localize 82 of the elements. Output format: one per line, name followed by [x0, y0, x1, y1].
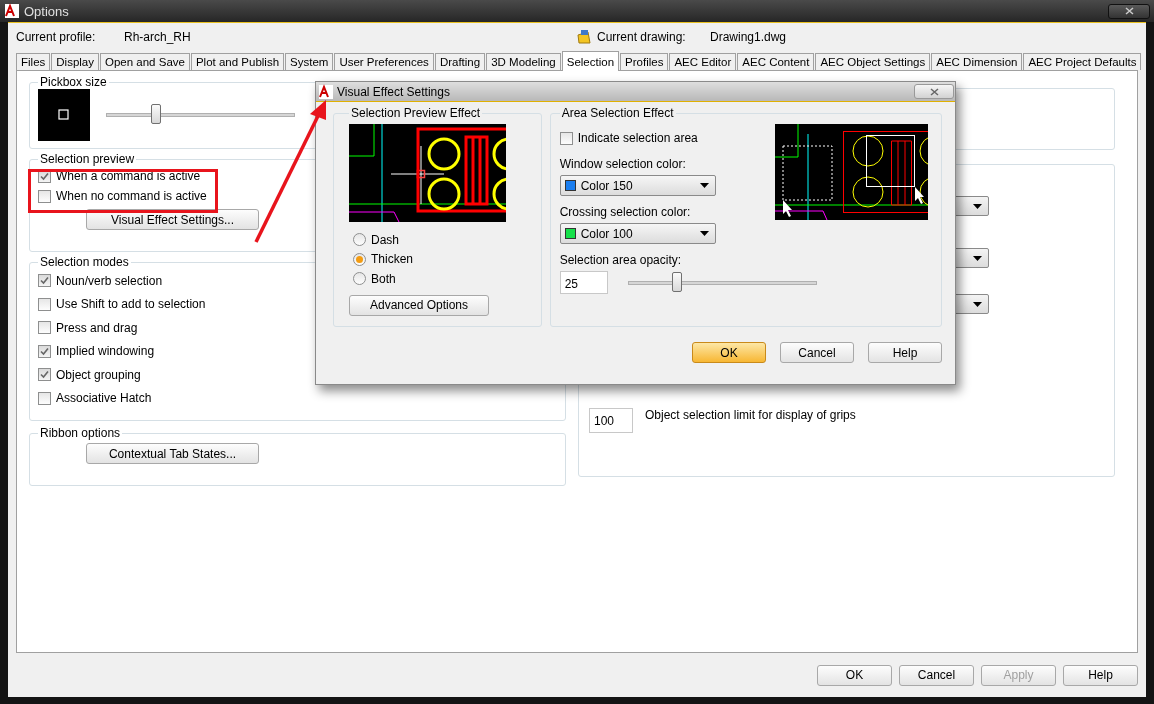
checkbox[interactable]: [38, 274, 51, 288]
caret-icon: [699, 231, 709, 236]
group-title: Selection Preview Effect: [350, 106, 482, 120]
radio-label: Dash: [371, 232, 399, 247]
group-title: Selection preview: [39, 152, 136, 166]
tab[interactable]: Selection: [561, 51, 620, 71]
dialog-button[interactable]: Cancel: [899, 664, 974, 686]
dialog-button[interactable]: Help: [868, 342, 942, 363]
close-button[interactable]: [1108, 3, 1150, 19]
close-icon: [929, 87, 939, 96]
checkbox-label: When a command is active: [56, 169, 201, 183]
group-title: Pickbox size: [39, 75, 108, 89]
tab[interactable]: Files: [16, 53, 51, 70]
window-title: Options: [24, 3, 69, 19]
caret-icon: [973, 301, 982, 307]
checkbox[interactable]: [559, 131, 573, 145]
profile-label: Current profile:: [16, 30, 97, 44]
radio-button[interactable]: [353, 272, 366, 286]
caret-icon: [973, 255, 982, 261]
checkbox-label: Press and drag: [56, 320, 138, 335]
tab[interactable]: AEC Object Settings: [815, 53, 931, 70]
dialog-title: Visual Effect Settings: [337, 84, 450, 99]
tab[interactable]: AEC Content: [737, 53, 815, 70]
drawing-value: Drawing1.dwg: [710, 30, 787, 44]
tab[interactable]: Plot and Publish: [190, 53, 285, 70]
dialog-button[interactable]: OK: [817, 664, 892, 686]
close-button[interactable]: [914, 84, 954, 99]
limit-input[interactable]: 100: [589, 408, 633, 433]
close-icon: [1124, 7, 1134, 15]
radio-label: Both: [371, 271, 396, 286]
checkbox-label: Associative Hatch: [56, 391, 152, 406]
checkbox[interactable]: [38, 391, 51, 405]
tab[interactable]: AEC Editor: [669, 53, 737, 70]
checkbox[interactable]: [38, 321, 51, 335]
app-icon: [4, 3, 20, 19]
tab[interactable]: Drafting: [434, 53, 486, 70]
checkbox-label: When no command is active: [56, 189, 207, 203]
tab[interactable]: AEC Project Defaults: [1023, 53, 1142, 70]
pickbox-preview-icon: [38, 89, 90, 141]
radio-button[interactable]: [353, 252, 366, 266]
profile-value: Rh-arch_RH: [124, 30, 191, 44]
contextual-tab-states-button[interactable]: Contextual Tab States...: [86, 443, 259, 464]
color-dropdown[interactable]: Color 100: [559, 223, 716, 244]
drawing-label: Current drawing:: [597, 30, 687, 44]
tab[interactable]: Display: [51, 53, 99, 70]
tab[interactable]: User Preferences: [334, 53, 434, 70]
field-label: Crossing selection color:: [559, 205, 692, 219]
visual-effect-settings-button[interactable]: Visual Effect Settings...: [86, 209, 259, 230]
drawing-icon: [576, 29, 592, 45]
group-title: Ribbon options: [39, 426, 122, 440]
tab[interactable]: AEC Dimension: [931, 53, 1023, 70]
tab[interactable]: 3D Modeling: [486, 53, 561, 70]
field-label: Selection area opacity:: [559, 253, 683, 267]
checkbox[interactable]: [38, 189, 51, 203]
checkbox[interactable]: [38, 344, 51, 358]
app-icon: [318, 83, 334, 100]
caret-icon: [973, 203, 982, 209]
tab[interactable]: Profiles: [620, 53, 669, 70]
slider-thumb[interactable]: [672, 271, 683, 292]
checkbox-label: Implied windowing: [56, 344, 155, 359]
group-title: Selection modes: [39, 255, 130, 269]
dialog-button[interactable]: OK: [692, 342, 766, 363]
opacity-input[interactable]: 25: [559, 271, 608, 294]
checkbox-label: Use Shift to add to selection: [56, 297, 206, 312]
radio-label: Thicken: [371, 252, 414, 267]
tab[interactable]: Open and Save: [100, 53, 190, 70]
group-title: Area Selection Effect: [560, 106, 675, 120]
checkbox[interactable]: [38, 297, 51, 311]
checkbox[interactable]: [38, 368, 51, 382]
color-dropdown[interactable]: Color 150: [559, 175, 716, 196]
slider-thumb[interactable]: [150, 104, 161, 124]
advanced-options-button[interactable]: Advanced Options: [349, 294, 489, 316]
checkbox-label: Indicate selection area: [577, 131, 698, 145]
checkbox-label: Object grouping: [56, 367, 141, 382]
limit-label: Object selection limit for display of grips: [645, 408, 856, 422]
dialog-button[interactable]: Cancel: [780, 342, 854, 363]
radio-button[interactable]: [353, 233, 366, 247]
caret-icon: [699, 183, 709, 188]
tab[interactable]: System: [285, 53, 334, 70]
field-label: Window selection color:: [559, 157, 687, 171]
dialog-button[interactable]: Help: [1063, 664, 1138, 686]
checkbox-label: Noun/verb selection: [56, 273, 163, 288]
